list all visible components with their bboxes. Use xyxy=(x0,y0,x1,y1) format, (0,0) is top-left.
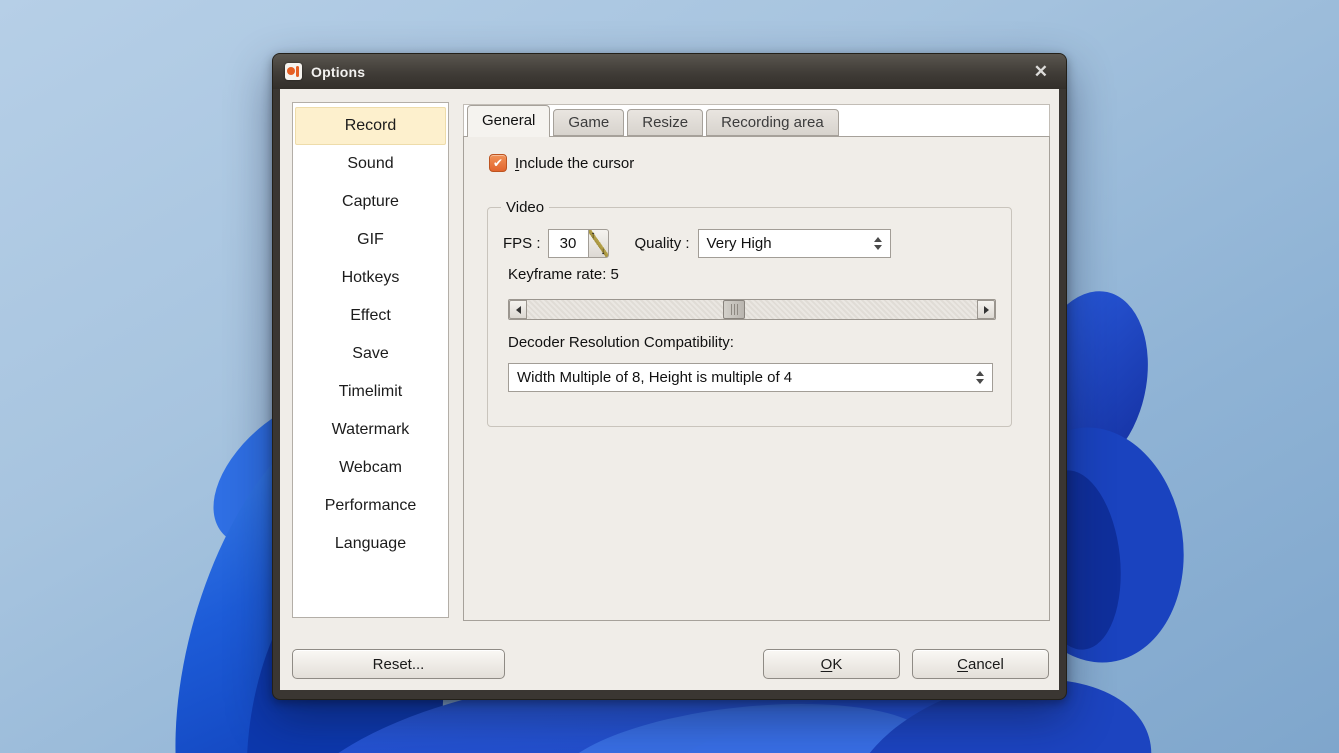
decoder-compatibility-label: Decoder Resolution Compatibility: xyxy=(508,334,734,351)
sidebar-item-effect[interactable]: Effect xyxy=(295,297,446,335)
include-cursor-checkbox[interactable]: ✔ xyxy=(489,154,507,172)
decoder-compatibility-value: Width Multiple of 8, Height is multiple … xyxy=(509,369,792,386)
sidebar-item-sound[interactable]: Sound xyxy=(295,145,446,183)
sidebar-item-label: GIF xyxy=(357,231,384,249)
combo-arrows-icon xyxy=(872,230,884,257)
slider-right-arrow-icon[interactable] xyxy=(977,300,995,319)
fps-input[interactable]: 30 xyxy=(548,229,589,258)
sidebar-item-timelimit[interactable]: Timelimit xyxy=(295,373,446,411)
tab-label: Resize xyxy=(642,114,688,131)
tab-label: General xyxy=(482,112,535,129)
sidebar-item-capture[interactable]: Capture xyxy=(295,183,446,221)
tab-resize[interactable]: Resize xyxy=(627,109,703,136)
tab-recording-area[interactable]: Recording area xyxy=(706,109,839,136)
sidebar-item-label: Webcam xyxy=(339,459,402,477)
sidebar-item-label: Timelimit xyxy=(339,383,402,401)
quality-value: Very High xyxy=(699,235,772,252)
sidebar-item-label: Effect xyxy=(350,307,391,325)
video-groupbox: Video FPS : 30 ↑ ↓ Quality : Very High xyxy=(487,207,1012,427)
quality-label: Quality : xyxy=(635,235,690,252)
decoder-compatibility-select[interactable]: Width Multiple of 8, Height is multiple … xyxy=(508,363,993,392)
sidebar-item-label: Sound xyxy=(347,155,393,173)
category-list: Record Sound Capture GIF Hotkeys Effect … xyxy=(292,102,449,618)
quality-select[interactable]: Very High xyxy=(698,229,891,258)
title-bar[interactable]: Options ✕ xyxy=(273,54,1066,89)
ok-button[interactable]: OK xyxy=(763,649,900,679)
sidebar-item-record[interactable]: Record xyxy=(295,107,446,145)
tab-label: Game xyxy=(568,114,609,131)
include-cursor-label[interactable]: Include the cursor xyxy=(515,155,634,172)
tab-game[interactable]: Game xyxy=(553,109,624,136)
sidebar-item-label: Record xyxy=(345,117,397,135)
window-title: Options xyxy=(311,64,365,80)
sidebar-item-watermark[interactable]: Watermark xyxy=(295,411,446,449)
fps-spinner[interactable]: ↑ ↓ xyxy=(588,229,609,258)
keyframe-rate-label: Keyframe rate: 5 xyxy=(508,266,619,283)
sidebar-item-save[interactable]: Save xyxy=(295,335,446,373)
options-dialog: Options ✕ Record Sound Capture GIF Hotke… xyxy=(272,53,1067,700)
video-group-title: Video xyxy=(501,199,549,216)
tab-label: Recording area xyxy=(721,114,824,131)
sidebar-item-label: Performance xyxy=(325,497,417,515)
sidebar-item-performance[interactable]: Performance xyxy=(295,487,446,525)
tab-bar: General Game Resize Recording area xyxy=(463,104,1050,136)
sidebar-item-gif[interactable]: GIF xyxy=(295,221,446,259)
combo-arrows-icon xyxy=(974,364,986,391)
fps-label: FPS : xyxy=(503,235,541,252)
dialog-content: Record Sound Capture GIF Hotkeys Effect … xyxy=(280,89,1059,690)
tab-page-general: ✔ Include the cursor Video FPS : 30 ↑ ↓ xyxy=(463,136,1050,621)
sidebar-item-label: Language xyxy=(335,535,406,553)
tab-general[interactable]: General xyxy=(467,105,550,137)
slider-left-arrow-icon[interactable] xyxy=(509,300,527,319)
app-logo-icon xyxy=(285,63,302,80)
sidebar-item-label: Capture xyxy=(342,193,399,211)
sidebar-item-webcam[interactable]: Webcam xyxy=(295,449,446,487)
sidebar-item-label: Save xyxy=(352,345,388,363)
sidebar-item-label: Watermark xyxy=(332,421,410,439)
close-icon[interactable]: ✕ xyxy=(1028,61,1054,82)
reset-button[interactable]: Reset... xyxy=(292,649,505,679)
sidebar-item-hotkeys[interactable]: Hotkeys xyxy=(295,259,446,297)
sidebar-item-language[interactable]: Language xyxy=(295,525,446,563)
keyframe-rate-slider[interactable] xyxy=(508,299,996,320)
spin-up-icon[interactable]: ↑ xyxy=(591,230,596,241)
sidebar-item-label: Hotkeys xyxy=(342,269,400,287)
slider-thumb[interactable] xyxy=(723,300,745,319)
tab-widget: General Game Resize Recording area ✔ Inc… xyxy=(463,104,1050,621)
cancel-button[interactable]: Cancel xyxy=(912,649,1049,679)
spin-down-icon[interactable]: ↓ xyxy=(601,246,606,257)
